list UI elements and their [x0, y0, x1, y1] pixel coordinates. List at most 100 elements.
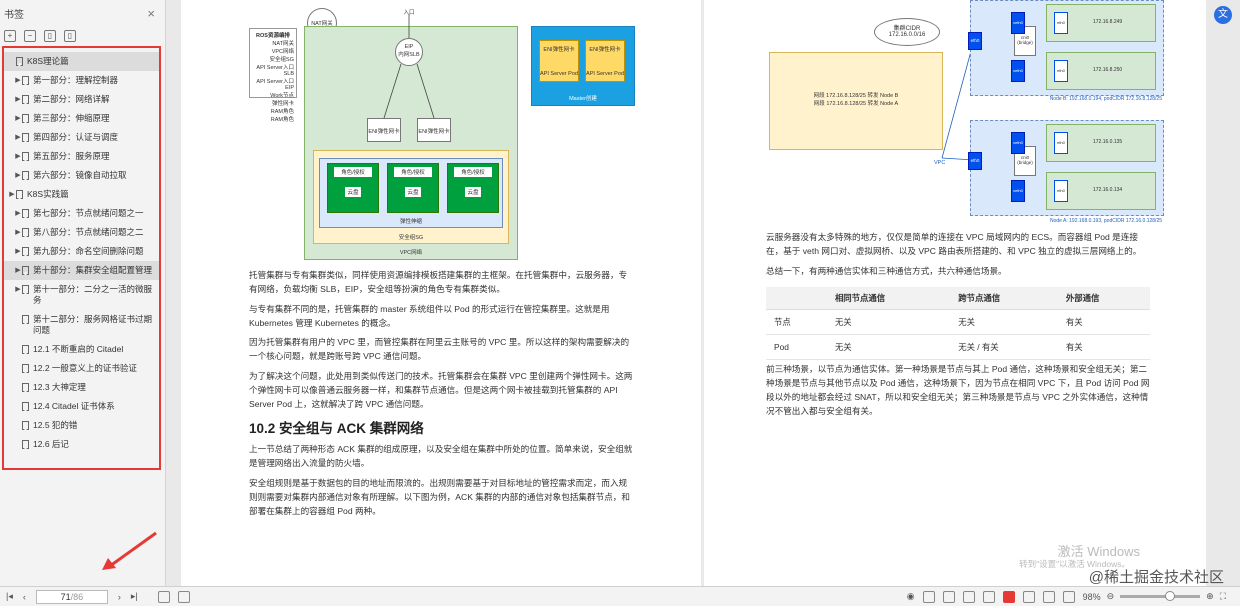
sidebar-header: 书签 ×	[0, 0, 165, 26]
sg-label: 安全组SG	[398, 235, 424, 241]
bookmark-list: K8S理论篇 ▶ 第一部分：理解控制器 ▶ 第二部分：网络详解 ▶ 第三部分：伸缩原理 ▶ 第四…	[2, 46, 161, 470]
eni-left: ENI弹性网卡	[367, 118, 401, 142]
sidebar-item[interactable]: ▶ 第四部分：认证与调度	[4, 128, 159, 147]
eye-icon[interactable]: ◉	[907, 591, 915, 602]
sidebar-item[interactable]: ▶ 第八部分：节点就绪问题之二	[4, 223, 159, 242]
sidebar-item[interactable]: ▶ 第五部分：服务原理	[4, 147, 159, 166]
sidebar-item-label: 12.1 不断重启的 Citadel	[33, 344, 124, 354]
worker-node: 角色/授权 云盘	[447, 163, 499, 213]
sidebar-item[interactable]: ▶ K8S实践篇	[4, 185, 159, 204]
table-cell: 节点	[766, 309, 827, 335]
sidebar-item-label: 12.4 Citadel 证书体系	[33, 401, 115, 411]
sidebar-item[interactable]: 12.4 Citadel 证书体系	[4, 397, 159, 416]
sidebar-item[interactable]: 12.6 后记	[4, 435, 159, 454]
first-page-icon[interactable]: |◂	[6, 591, 13, 602]
sidebar-item[interactable]: 12.5 犯的错	[4, 416, 159, 435]
sidebar-item[interactable]: ▶ 第二部分：网络详解	[4, 90, 159, 109]
communication-table: 相同节点通信 跨节点通信 外部通信 节点 无关 无关 有关 Pod 无关 无关 / 有关 有关	[766, 287, 1150, 360]
zoom-control: 98% ⊖ ⊕ ⛶	[1083, 591, 1226, 602]
pod-eth0-port: eth0	[1054, 12, 1068, 34]
bookmark-icon	[22, 209, 29, 218]
bookmark-icon	[22, 266, 29, 275]
chevron-right-icon[interactable]: ▶	[14, 132, 22, 143]
right-controls: ◉ 98% ⊖ ⊕ ⛶	[907, 590, 1240, 603]
disk-icon: 云盘	[465, 187, 481, 197]
sidebar-item[interactable]: 12.1 不断重启的 Citadel	[4, 340, 159, 359]
chevron-right-icon[interactable]: ▶	[14, 113, 22, 124]
fit-height-icon[interactable]	[1042, 590, 1055, 603]
page-right: 集群CIDR 172.16.0.0/16 网段 172.16.8.128/25 …	[704, 0, 1206, 586]
sidebar-item[interactable]: ▶ 第十一部分：二分之一活的微服务	[4, 280, 159, 310]
zoom-slider[interactable]	[1120, 591, 1201, 601]
bookmark-icon	[22, 402, 29, 411]
chevron-right-icon[interactable]: ▶	[14, 227, 22, 238]
table-cell: 无关 / 有关	[950, 334, 1058, 360]
rotate-icon[interactable]	[1062, 590, 1075, 603]
sidebar-item[interactable]: ▶ 第九部分：命名空间删除问题	[4, 242, 159, 261]
bookmark-icon	[16, 57, 23, 66]
last-page-icon[interactable]: ▸|	[131, 591, 138, 602]
single-page-icon[interactable]	[922, 590, 935, 603]
master-pod-1: ENI弹性网卡 API Server Pod	[539, 40, 579, 82]
fit-page-icon[interactable]	[177, 590, 190, 603]
sidebar-item-label: 第九部分：命名空间删除问题	[33, 246, 144, 256]
continuous-page-icon[interactable]	[942, 590, 955, 603]
zoom-out-icon[interactable]: ⊖	[1107, 591, 1115, 602]
table-header-cell: 外部通信	[1057, 287, 1150, 310]
sidebar-item[interactable]: ▶ 第七部分：节点就绪问题之一	[4, 204, 159, 223]
sidebar-item[interactable]: K8S理论篇	[4, 52, 159, 71]
prev-page-icon[interactable]: ‹	[23, 592, 26, 602]
page-number-input[interactable]: 71/86	[35, 589, 108, 604]
chevron-right-icon[interactable]: ▶	[14, 246, 22, 257]
collapse-all-icon[interactable]: −	[24, 30, 36, 42]
sidebar-item[interactable]: ▶ 第三部分：伸缩原理	[4, 109, 159, 128]
chevron-right-icon[interactable]: ▶	[14, 265, 22, 276]
fit-width-icon[interactable]	[1022, 590, 1035, 603]
pod-eth0-port: eth0	[1054, 132, 1068, 154]
pod-eth0-port: eth0	[1054, 60, 1068, 82]
bookmark-icon[interactable]: ▯	[64, 30, 76, 42]
translate-icon[interactable]: 文	[1214, 6, 1232, 24]
table-cell: 有关	[1057, 334, 1150, 360]
worker-node: 角色/授权 云盘	[327, 163, 379, 213]
bookmark-icon	[22, 228, 29, 237]
sidebar-item[interactable]: 第十二部分：服务网格证书过期问题	[4, 310, 159, 340]
veth-port: veth0	[1011, 132, 1025, 154]
expand-all-icon[interactable]: +	[4, 30, 16, 42]
chevron-right-icon[interactable]: ▶	[14, 151, 22, 162]
paragraph-r1: 云服务器没有太多特殊的地方，仅仅是简单的连接在 VPC 局域网内的 ECS。而容…	[766, 232, 1142, 256]
chevron-right-icon[interactable]: ▶	[8, 189, 16, 200]
chevron-right-icon[interactable]: ▶	[14, 284, 22, 295]
zoom-slider-knob[interactable]	[1164, 591, 1175, 601]
table-header-cell: 相同节点通信	[826, 287, 951, 310]
node-b-label: Node B: 192.168.0.194, podCIDR 172.16.8.…	[1049, 96, 1162, 102]
add-page-icon[interactable]	[157, 590, 170, 603]
play-icon[interactable]	[1002, 590, 1015, 603]
close-icon[interactable]: ×	[147, 6, 155, 21]
chevron-right-icon[interactable]: ▶	[14, 94, 22, 105]
double-page-icon[interactable]	[962, 590, 975, 603]
sidebar-item[interactable]: 12.2 一般意义上的证书验证	[4, 359, 159, 378]
role-label: 角色/授权	[334, 167, 372, 177]
chevron-right-icon[interactable]: ▶	[14, 208, 22, 219]
zoom-in-icon[interactable]: ⊕	[1206, 591, 1214, 602]
sidebar-item-label: 第七部分：节点就绪问题之一	[33, 208, 144, 218]
sidebar-item[interactable]: ▶ 第一部分：理解控制器	[4, 71, 159, 90]
add-bookmark-icon[interactable]: ▯	[44, 30, 56, 42]
eth0-port: eth0	[968, 152, 982, 170]
sidebar-item-label: 第一部分：理解控制器	[33, 75, 119, 85]
paragraph-r3: 前三种场景，以节点为通信实体。第一种场景是节点与其上 Pod 通信，这种场景和安…	[766, 364, 1150, 416]
fullscreen-icon[interactable]: ⛶	[1220, 591, 1226, 602]
table-header-cell: 跨节点通信	[950, 287, 1058, 310]
chevron-right-icon[interactable]: ▶	[14, 170, 22, 181]
worker-node: 角色/授权 云盘	[387, 163, 439, 213]
table-cell: 无关	[950, 309, 1058, 335]
sidebar-item[interactable]: ▶ 第十部分：集群安全组配置管理	[4, 261, 159, 280]
chevron-right-icon[interactable]: ▶	[14, 75, 22, 86]
sidebar-item[interactable]: 12.3 大神定理	[4, 378, 159, 397]
book-view-icon[interactable]	[982, 590, 995, 603]
next-page-icon[interactable]: ›	[118, 592, 121, 602]
sidebar-item[interactable]: ▶ 第六部分：镜像自动拉取	[4, 166, 159, 185]
veth-port: veth0	[1011, 180, 1025, 202]
document-view[interactable]: ROS资源编排 NAT网关 VPC网络 安全组SG API Server入口SLB AP…	[167, 0, 1240, 586]
